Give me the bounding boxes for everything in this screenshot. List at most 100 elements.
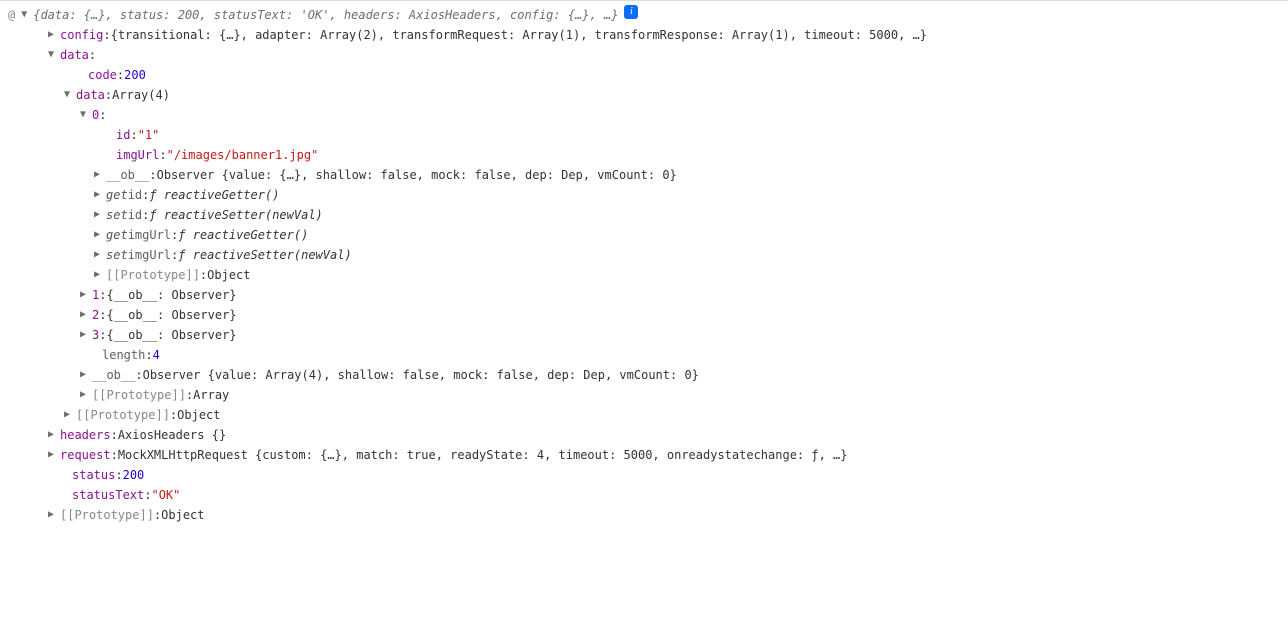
length-row[interactable]: length: 4 [8,345,1280,365]
expand-arrow-icon[interactable]: ▶ [94,225,104,245]
config-row[interactable]: ▶ config: {transitional: {…}, adapter: A… [8,25,1280,45]
config-summary: {transitional: {…}, adapter: Array(2), t… [111,25,927,45]
headers-key: headers [60,425,111,445]
accessor-fn: ƒ reactiveSetter(newVal) [178,245,351,265]
outer-prototype-value: Object [177,405,220,425]
accessor-fn: ƒ reactiveGetter() [149,185,279,205]
getter-row[interactable]: ▶ get imgUrl: ƒ reactiveGetter() [8,225,1280,245]
id-row[interactable]: id: "1" [8,125,1280,145]
prototype-key: [[Prototype]] [106,265,200,285]
expand-arrow-icon[interactable]: ▼ [48,45,58,65]
expand-arrow-icon[interactable]: ▶ [80,325,90,345]
expand-arrow-icon[interactable]: ▶ [80,385,90,405]
item-0-row[interactable]: ▼ 0: [8,105,1280,125]
expand-arrow-icon[interactable]: ▶ [80,365,90,385]
array-ob-row[interactable]: ▶ __ob__: Observer {value: Array(4), sha… [8,365,1280,385]
response-header-row[interactable]: @ ▼ {data: {…}, status: 200, statusText:… [8,5,1280,25]
accessor-fn: ƒ reactiveSetter(newVal) [149,205,322,225]
request-summary: MockXMLHttpRequest {custom: {…}, match: … [118,445,848,465]
root-prototype-key: [[Prototype]] [60,505,154,525]
accessor-prop: imgUrl [128,245,171,265]
expand-arrow-icon[interactable]: ▶ [94,205,104,225]
item-collapsed-row[interactable]: ▶ 1: {__ob__: Observer} [8,285,1280,305]
request-key: request [60,445,111,465]
expand-arrow-icon[interactable]: ▼ [21,5,31,25]
item-index: 0 [92,105,99,125]
expand-arrow-icon[interactable]: ▼ [64,85,74,105]
setter-row[interactable]: ▶ set id: ƒ reactiveSetter(newVal) [8,205,1280,225]
data-row[interactable]: ▼ data: [8,45,1280,65]
request-row[interactable]: ▶ request: MockXMLHttpRequest {custom: {… [8,445,1280,465]
length-value: 4 [153,345,160,365]
accessor-kind: get [106,185,128,205]
accessor-prop: imgUrl [128,225,171,245]
expand-arrow-icon[interactable]: ▶ [80,305,90,325]
item-index: 2 [92,305,99,325]
id-key: id [116,125,130,145]
root-prototype-row[interactable]: ▶ [[Prototype]]: Object [8,505,1280,525]
code-row[interactable]: code: 200 [8,65,1280,85]
data-array-key: data [76,85,105,105]
data-array-row[interactable]: ▼ data: Array(4) [8,85,1280,105]
statustext-key: statusText [72,485,144,505]
item-collapsed-row[interactable]: ▶ 3: {__ob__: Observer} [8,325,1280,345]
statustext-value: "OK" [151,485,180,505]
imgurl-key: imgUrl [116,145,159,165]
expand-arrow-icon[interactable]: ▶ [94,165,104,185]
array-ob-key: __ob__ [92,365,135,385]
data-key: data [60,45,89,65]
expand-arrow-icon[interactable]: ▶ [48,25,58,45]
accessor-kind: set [106,205,128,225]
expand-arrow-icon[interactable]: ▶ [48,505,58,525]
status-key: status [72,465,115,485]
prototype-row[interactable]: ▶ [[Prototype]]: Object [8,265,1280,285]
item-index: 1 [92,285,99,305]
length-key: length [102,345,145,365]
prototype-value: Object [207,265,250,285]
outer-prototype-key: [[Prototype]] [76,405,170,425]
item-collapsed-row[interactable]: ▶ 2: {__ob__: Observer} [8,305,1280,325]
statustext-row[interactable]: statusText: "OK" [8,485,1280,505]
ob-key: __ob__ [106,165,149,185]
ob-row[interactable]: ▶ __ob__: Observer {value: {…}, shallow:… [8,165,1280,185]
item-summary: {__ob__: Observer} [106,325,236,345]
code-value: 200 [124,65,146,85]
array-prototype-value: Array [193,385,229,405]
getter-row[interactable]: ▶ get id: ƒ reactiveGetter() [8,185,1280,205]
data-array-type: Array(4) [112,85,170,105]
at-symbol: @ [8,5,15,25]
expand-arrow-icon[interactable]: ▶ [48,425,58,445]
expand-arrow-icon[interactable]: ▶ [80,285,90,305]
array-ob-summary: Observer {value: Array(4), shallow: fals… [143,365,699,385]
expand-arrow-icon[interactable]: ▶ [48,445,58,465]
expand-arrow-icon[interactable]: ▼ [80,105,90,125]
code-key: code [88,65,117,85]
accessor-kind: set [106,245,128,265]
outer-prototype-row[interactable]: ▶ [[Prototype]]: Object [8,405,1280,425]
headers-row[interactable]: ▶ headers: AxiosHeaders {} [8,425,1280,445]
id-value: "1" [138,125,160,145]
array-prototype-key: [[Prototype]] [92,385,186,405]
expand-arrow-icon[interactable]: ▶ [94,245,104,265]
item-summary: {__ob__: Observer} [106,305,236,325]
expand-arrow-icon[interactable]: ▶ [64,405,74,425]
setter-row[interactable]: ▶ set imgUrl: ƒ reactiveSetter(newVal) [8,245,1280,265]
imgurl-row[interactable]: imgUrl: "/images/banner1.jpg" [8,145,1280,165]
item-index: 3 [92,325,99,345]
info-icon[interactable]: i [624,5,638,19]
root-prototype-value: Object [161,505,204,525]
status-value: 200 [123,465,145,485]
headers-summary: AxiosHeaders {} [118,425,226,445]
imgurl-value: "/images/banner1.jpg" [167,145,319,165]
accessor-kind: get [106,225,128,245]
accessor-fn: ƒ reactiveGetter() [178,225,308,245]
expand-arrow-icon[interactable]: ▶ [94,185,104,205]
ob-summary: Observer {value: {…}, shallow: false, mo… [157,165,677,185]
item-summary: {__ob__: Observer} [106,285,236,305]
config-key: config [60,25,103,45]
status-row[interactable]: status: 200 [8,465,1280,485]
expand-arrow-icon[interactable]: ▶ [94,265,104,285]
array-prototype-row[interactable]: ▶ [[Prototype]]: Array [8,385,1280,405]
accessor-prop: id [128,205,142,225]
accessor-prop: id [128,185,142,205]
